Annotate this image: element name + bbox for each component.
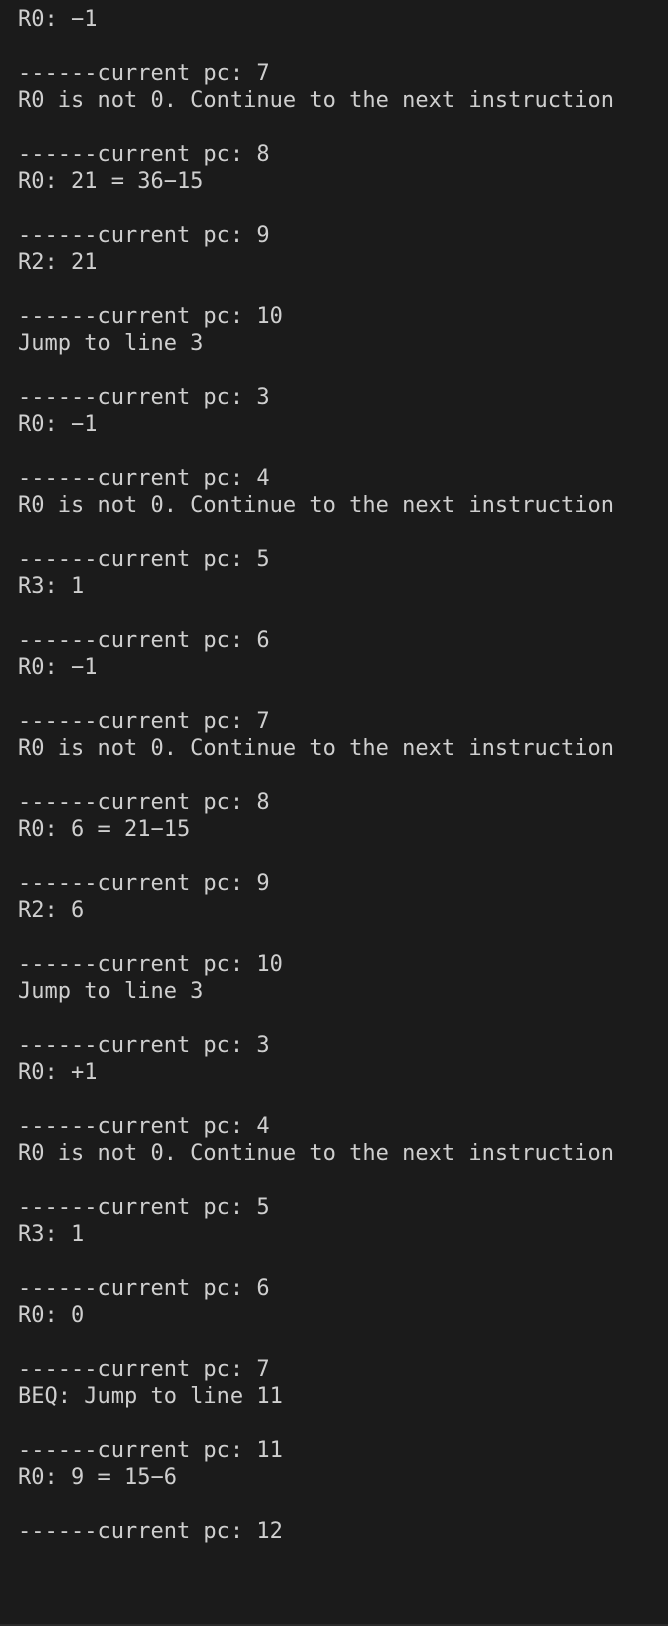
log-entry: ------current pc: 11 R0: 9 = 15−6 (18, 1437, 668, 1518)
pc-header-line: ------current pc: 7 (18, 709, 270, 734)
pc-header-line: ------current pc: 11 (18, 1438, 283, 1463)
pc-header-line: ------current pc: 4 (18, 1114, 270, 1139)
output-line: BEQ: Jump to line 11 (18, 1384, 283, 1409)
output-line: R0 is not 0. Continue to the next instru… (18, 736, 615, 761)
log-entry: ------current pc: 6 R0: 0 (18, 1275, 668, 1356)
pc-header-line: ------current pc: 4 (18, 466, 270, 491)
output-line: R0: −1 (18, 412, 98, 437)
log-entry: ------current pc: 7 R0 is not 0. Continue… (18, 708, 668, 789)
log-entry: ------current pc: 4 R0 is not 0. Continue… (18, 465, 668, 546)
output-line: R0: −1 (18, 7, 98, 32)
pc-header-line: ------current pc: 5 (18, 1195, 270, 1220)
pc-header-line: ------current pc: 7 (18, 61, 270, 86)
output-line: R0: +1 (18, 1060, 98, 1085)
log-entry: ------current pc: 7 BEQ: Jump to line 11 (18, 1356, 668, 1437)
output-line: R0 is not 0. Continue to the next instru… (18, 1141, 615, 1166)
pc-header-line: ------current pc: 5 (18, 547, 270, 572)
output-line: Jump to line 3 (18, 331, 204, 356)
log-entry: ------current pc: 3 R0: −1 (18, 384, 668, 465)
output-line: R0 is not 0. Continue to the next instru… (18, 88, 615, 113)
log-entry: ------current pc: 8 R0: 21 = 36−15 (18, 141, 668, 222)
output-line: R0 is not 0. Continue to the next instru… (18, 493, 615, 518)
output-line: R0: 21 = 36−15 (18, 169, 204, 194)
output-line: R0: 6 = 21−15 (18, 817, 191, 842)
log-entry: ------current pc: 8 R0: 6 = 21−15 (18, 789, 668, 870)
log-entry: ------current pc: 10 Jump to line 3 (18, 951, 668, 1032)
pc-header-line: ------current pc: 6 (18, 1276, 270, 1301)
output-line: Jump to line 3 (18, 979, 204, 1004)
log-entry: ------current pc: 9 R2: 6 (18, 870, 668, 951)
log-entry: ------current pc: 5 R3: 1 (18, 1194, 668, 1275)
log-entry: ------current pc: 5 R3: 1 (18, 546, 668, 627)
pc-header-line: ------current pc: 10 (18, 952, 283, 977)
pc-header-line: ------current pc: 7 (18, 1357, 270, 1382)
pc-header-line: ------current pc: 8 (18, 142, 270, 167)
log-entry: ------current pc: 10 Jump to line 3 (18, 303, 668, 384)
pc-header-line: ------current pc: 6 (18, 628, 270, 653)
pc-header-line: ------current pc: 8 (18, 790, 270, 815)
pc-header-line: ------current pc: 9 (18, 871, 270, 896)
pc-header-line: ------current pc: 3 (18, 385, 270, 410)
pc-header-line: ------current pc: 12 (18, 1519, 283, 1544)
output-line: R0: −1 (18, 655, 98, 680)
pc-header-line: ------current pc: 10 (18, 304, 283, 329)
output-entries: ------current pc: 7 R0 is not 0. Continue… (18, 60, 668, 1518)
log-entry: ------current pc: 3 R0: +1 (18, 1032, 668, 1113)
log-entry: ------current pc: 4 R0 is not 0. Continue… (18, 1113, 668, 1194)
pc-header-line: ------current pc: 9 (18, 223, 270, 248)
output-line: R2: 6 (18, 898, 85, 923)
output-line: R0: 9 = 15−6 (18, 1465, 177, 1490)
output-line: R3: 1 (18, 574, 85, 599)
output-line: R2: 21 (18, 250, 98, 275)
pc-header-line: ------current pc: 3 (18, 1033, 270, 1058)
output-line: R0: 0 (18, 1303, 85, 1328)
terminal-output[interactable]: R0: −1 ------current pc: 7 R0 is not 0. C… (0, 0, 668, 1626)
output-line: R3: 1 (18, 1222, 85, 1247)
log-entry: ------current pc: 6 R0: −1 (18, 627, 668, 708)
log-entry: ------current pc: 9 R2: 21 (18, 222, 668, 303)
log-entry: ------current pc: 7 R0 is not 0. Continue… (18, 60, 668, 141)
